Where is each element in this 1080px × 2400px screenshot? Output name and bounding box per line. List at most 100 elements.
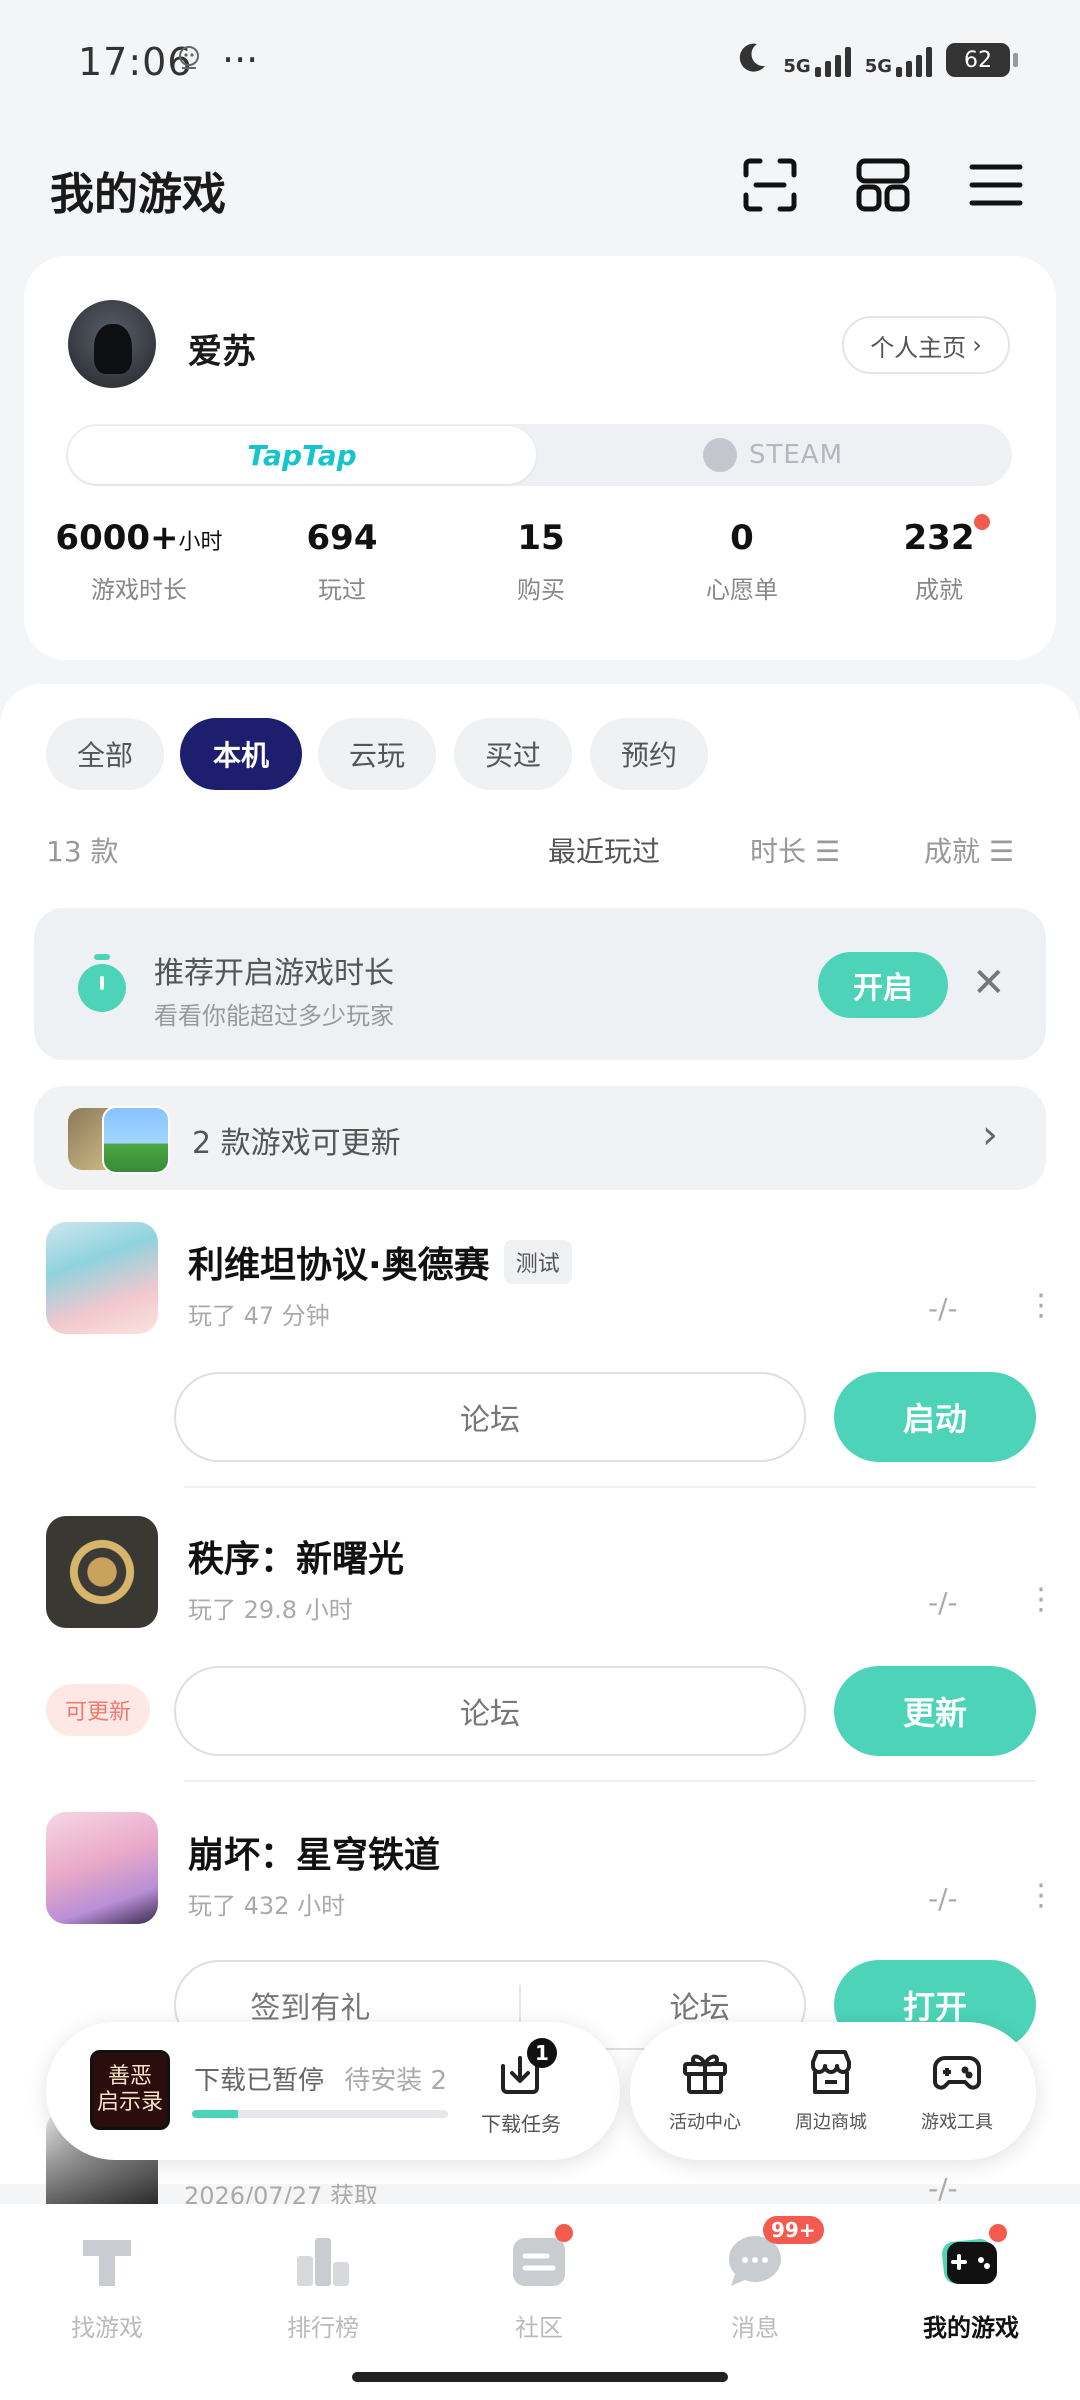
bottom-nav: 找游戏 排行榜 社区 99+ 消息 我的游戏	[0, 2204, 1080, 2400]
username: 爱苏	[188, 332, 256, 372]
stat-value: 0	[730, 518, 754, 558]
download-status-text: 下载已暂停	[194, 2066, 325, 2096]
tools-panel: 活动中心 周边商城 游戏工具	[630, 2022, 1036, 2160]
download-count-badge: 1	[527, 2038, 557, 2068]
merch-store-button[interactable]: 周边商城	[776, 2046, 886, 2134]
stat-achievements[interactable]: 232 成就	[894, 514, 990, 605]
launch-button[interactable]: 启动	[834, 1372, 1036, 1462]
forum-button[interactable]: 论坛	[670, 1983, 730, 2027]
sort-recent[interactable]: 最近玩过	[548, 830, 660, 870]
notification-dot	[989, 2224, 1007, 2242]
platform-steam-tab[interactable]: STEAM	[536, 426, 1010, 484]
signal-icon	[896, 43, 932, 77]
update-available-badge: 可更新	[46, 1684, 150, 1736]
updates-text: 2 款游戏可更新	[192, 1126, 401, 1161]
nav-label: 找游戏	[71, 2314, 143, 2342]
home-indicator[interactable]	[352, 2372, 728, 2382]
pending-install-text: 待安装 2	[344, 2066, 448, 2096]
close-icon[interactable]: ✕	[972, 960, 1006, 1006]
download-tasks-label: 下载任务	[481, 2112, 561, 2136]
filter-reserved[interactable]: 预约	[590, 718, 708, 790]
game-playtime: 玩了 432 小时	[188, 1892, 346, 1920]
menu-icon[interactable]	[961, 150, 1031, 220]
more-options-icon[interactable]: ⋮	[1026, 1291, 1056, 1321]
thumbnail-text: 启示录	[96, 2090, 163, 2115]
updates-available-row[interactable]: 2 款游戏可更新 ›	[34, 1086, 1046, 1190]
grid-icon[interactable]	[848, 150, 918, 220]
forum-button[interactable]: 论坛	[174, 1372, 806, 1462]
download-panel[interactable]: 善恶 启示录 下载已暂停 待安装 2 1 下载任务	[46, 2022, 620, 2160]
message-count-badge: 99+	[763, 2216, 824, 2244]
game-name[interactable]: 秩序：新曙光	[188, 1530, 404, 1582]
game-playtime: 玩了 29.8 小时	[188, 1596, 353, 1624]
game-name[interactable]: 利维坦协议·奥德赛	[188, 1236, 490, 1288]
download-status: 下载已暂停 待安装 2	[194, 2060, 447, 2097]
update-button[interactable]: 更新	[834, 1666, 1036, 1756]
gift-icon	[650, 2046, 760, 2102]
ranking-icon	[291, 2230, 355, 2294]
stat-label: 心愿单	[706, 576, 778, 604]
filter-local[interactable]: 本机	[180, 718, 302, 790]
battery-icon: 62	[946, 43, 1018, 77]
stat-play-time[interactable]: 6000+小时 游戏时长	[50, 518, 228, 605]
nav-messages[interactable]: 99+ 消息	[680, 2216, 830, 2343]
test-badge: 测试	[503, 1240, 572, 1284]
mygames-icon	[939, 2224, 1007, 2294]
nav-find-games[interactable]: 找游戏	[32, 2230, 182, 2343]
sort-duration[interactable]: 时长 ☰	[750, 830, 840, 870]
download-progress-fill	[192, 2110, 239, 2118]
divider	[184, 1486, 1036, 1488]
stat-value: 232	[903, 518, 975, 558]
game-score: -/-	[928, 1292, 958, 1325]
chevron-right-icon: ›	[982, 1112, 998, 1158]
forum-button[interactable]: 论坛	[174, 1666, 806, 1756]
game-count: 13 款	[46, 835, 119, 868]
profile-card: 爱苏 个人主页 › TapTap STEAM 6000+小时 游戏时长 694 …	[24, 256, 1056, 660]
message-icon: 99+	[723, 2216, 824, 2294]
nav-ranking[interactable]: 排行榜	[248, 2230, 398, 2343]
profile-home-label: 个人主页	[870, 333, 967, 362]
status-indicators: 5G 5G 62	[733, 40, 1018, 80]
filter-bought[interactable]: 买过	[454, 718, 572, 790]
download-tasks-button[interactable]: 1 下载任务	[476, 2038, 566, 2137]
game-score: -/-	[928, 1586, 958, 1619]
sort-achievement[interactable]: 成就 ☰	[924, 830, 1014, 870]
stat-played[interactable]: 694 玩过	[282, 518, 402, 605]
steam-label: STEAM	[748, 440, 844, 470]
enable-playtime-button[interactable]: 开启	[818, 952, 948, 1018]
game-playtime: 玩了 47 分钟	[188, 1302, 330, 1330]
stat-value: 694	[306, 518, 378, 558]
taptap-icon	[75, 2230, 139, 2294]
stat-label: 玩过	[318, 576, 366, 604]
signal-icon	[814, 43, 851, 77]
platform-taptap-tab[interactable]: TapTap	[68, 426, 536, 484]
stat-wishlist[interactable]: 0 心愿单	[692, 518, 792, 605]
scan-icon[interactable]	[735, 150, 805, 220]
nav-label: 消息	[731, 2314, 779, 2342]
platform-toggle: TapTap STEAM	[66, 424, 1012, 486]
profile-home-button[interactable]: 个人主页 ›	[842, 316, 1010, 374]
game-name[interactable]: 崩坏：星穹铁道	[188, 1826, 440, 1878]
nav-community[interactable]: 社区	[464, 2224, 614, 2343]
game-icon[interactable]	[46, 1516, 158, 1628]
stat-purchased[interactable]: 15 购买	[496, 518, 586, 605]
chevron-right-icon: ›	[972, 331, 982, 359]
game-icon[interactable]	[46, 1222, 158, 1334]
playtime-recommend-card: 推荐开启游戏时长 看看你能超过多少玩家 开启 ✕	[34, 908, 1046, 1060]
more-options-icon[interactable]: ⋮	[1026, 1881, 1056, 1911]
status-bar: 17:06 ··· 5G 5G 62	[0, 0, 1080, 120]
more-options-icon[interactable]: ⋮	[1026, 1585, 1056, 1615]
filter-all[interactable]: 全部	[46, 718, 164, 790]
checkin-gift-button[interactable]: 签到有礼	[250, 1983, 370, 2027]
avatar[interactable]	[68, 300, 156, 388]
filter-cloud[interactable]: 云玩	[318, 718, 436, 790]
game-icon[interactable]	[46, 1812, 158, 1924]
nav-my-games[interactable]: 我的游戏	[896, 2224, 1046, 2343]
game-tools-button[interactable]: 游戏工具	[902, 2046, 1012, 2134]
game-score: -/-	[928, 2172, 958, 2205]
recommend-subtitle: 看看你能超过多少玩家	[154, 1002, 394, 1030]
notification-dot	[555, 2224, 573, 2242]
download-game-thumbnail: 善恶 启示录	[90, 2050, 170, 2130]
nav-label: 社区	[515, 2314, 563, 2342]
activity-center-button[interactable]: 活动中心	[650, 2046, 760, 2134]
